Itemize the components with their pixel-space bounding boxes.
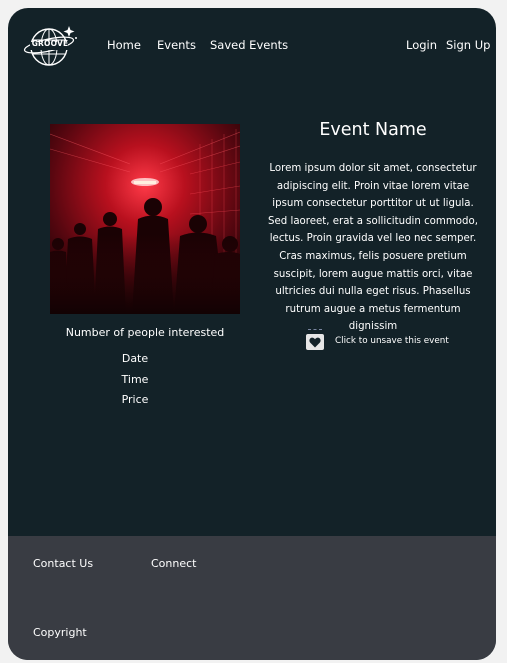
heart-icon <box>309 337 321 347</box>
page-frame: GROOVE Home Events Saved Events Login Si… <box>8 8 496 660</box>
unsave-label: Click to unsave this event <box>335 336 449 346</box>
event-title: Event Name <box>319 120 427 140</box>
unsave-button-handle <box>308 329 322 332</box>
footer-contact-us[interactable]: Contact Us <box>33 557 93 570</box>
nav-login[interactable]: Login <box>406 38 437 52</box>
event-photo <box>50 124 240 314</box>
nav-signup[interactable]: Sign Up <box>446 38 490 52</box>
event-price: Price <box>121 393 149 406</box>
nav-saved-events[interactable]: Saved Events <box>210 38 288 52</box>
groove-logo[interactable]: GROOVE <box>22 22 80 68</box>
nav-events[interactable]: Events <box>157 38 196 52</box>
event-time: Time <box>121 373 149 386</box>
logo-text: GROOVE <box>31 39 69 48</box>
header: GROOVE Home Events Saved Events Login Si… <box>8 8 496 82</box>
footer: Contact Us Connect Copyright <box>8 536 496 660</box>
footer-connect[interactable]: Connect <box>151 557 196 570</box>
event-date: Date <box>121 352 149 365</box>
interested-count-label: Number of people interested <box>65 326 225 339</box>
unsave-button[interactable] <box>306 334 324 350</box>
nav-home[interactable]: Home <box>107 38 141 52</box>
event-image <box>50 124 240 314</box>
footer-copyright: Copyright <box>33 626 87 639</box>
event-description: Lorem ipsum dolor sit amet, consectetur … <box>268 163 478 333</box>
